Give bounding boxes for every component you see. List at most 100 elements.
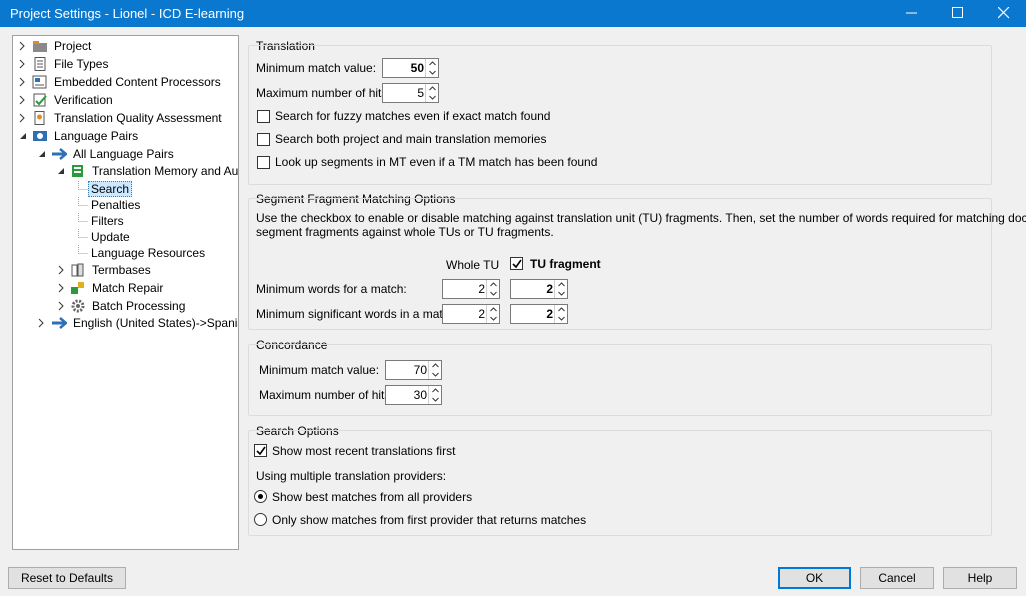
reset-to-defaults-button[interactable]: Reset to Defaults	[8, 567, 126, 589]
help-button[interactable]: Help	[943, 567, 1017, 589]
tree-item-all-language-pairs[interactable]: All Language Pairs	[13, 146, 238, 163]
tree-item-label: Translation Quality Assessment	[54, 111, 222, 125]
close-button[interactable]	[982, 0, 1026, 27]
spin-up-button[interactable]	[487, 280, 499, 289]
tree-item-translation-quality-assessment[interactable]: Translation Quality Assessment	[13, 110, 238, 127]
expand-icon[interactable]	[19, 95, 27, 105]
chevron-down-icon	[558, 291, 565, 296]
expand-icon[interactable]	[58, 283, 66, 293]
tree-item-translation-memory[interactable]: Translation Memory and Aut	[13, 163, 238, 180]
checkmark-icon	[256, 446, 266, 456]
spin-down-button[interactable]	[555, 289, 567, 298]
search-both-label: Search both project and main translation…	[275, 132, 547, 146]
tree-item-embedded-content-processors[interactable]: Embedded Content Processors	[13, 74, 238, 91]
concordance-max-hits-value: 30	[413, 388, 427, 402]
spin-down-button[interactable]	[487, 314, 499, 323]
maximize-button[interactable]	[936, 0, 982, 27]
tree-item-label: Language Pairs	[54, 129, 139, 143]
concordance-min-match-spinner[interactable]: 70	[385, 360, 442, 380]
min-words-fragment-spinner[interactable]: 2	[510, 279, 568, 299]
chevron-down-icon	[558, 316, 565, 321]
tree-item-project[interactable]: Project	[13, 38, 238, 55]
search-both-checkbox[interactable]	[257, 133, 270, 146]
spin-down-button[interactable]	[426, 68, 438, 77]
tree-item-filters[interactable]: Filters	[13, 213, 238, 230]
concordance-max-hits-label: Maximum number of hits:	[259, 388, 394, 402]
expand-icon[interactable]	[19, 77, 27, 87]
spin-down-button[interactable]	[429, 395, 441, 404]
tree-item-verification[interactable]: Verification	[13, 92, 238, 109]
tree-item-label: File Types	[54, 57, 109, 71]
spin-up-button[interactable]	[426, 84, 438, 93]
first-provider-radio[interactable]	[254, 513, 267, 526]
mt-lookup-label: Look up segments in MT even if a TM matc…	[275, 155, 598, 169]
max-hits-label: Maximum number of hits:	[256, 86, 391, 100]
max-hits-spinner[interactable]: 5	[382, 83, 439, 103]
tree-item-update[interactable]: Update	[13, 229, 238, 246]
tree-item-label: Embedded Content Processors	[54, 75, 221, 89]
language-pairs-icon	[33, 131, 47, 141]
chevron-up-icon	[429, 86, 436, 91]
expand-icon[interactable]	[58, 301, 66, 311]
tree-item-match-repair[interactable]: Match Repair	[13, 280, 238, 297]
spin-up-button[interactable]	[555, 280, 567, 289]
ok-button[interactable]: OK	[778, 567, 851, 589]
spin-up-button[interactable]	[429, 361, 441, 370]
spin-up-button[interactable]	[555, 305, 567, 314]
tree-item-termbases[interactable]: Termbases	[13, 262, 238, 279]
chevron-up-icon	[490, 282, 497, 287]
tree-item-language-pairs[interactable]: Language Pairs	[13, 128, 238, 145]
radio-selected-dot	[258, 494, 263, 499]
tree-item-language-resources[interactable]: Language Resources	[13, 245, 238, 262]
expand-icon[interactable]	[58, 265, 66, 275]
concordance-max-hits-spinner[interactable]: 30	[385, 385, 442, 405]
tree-item-penalties[interactable]: Penalties	[13, 197, 238, 214]
most-recent-checkbox[interactable]	[254, 444, 267, 457]
spin-up-button[interactable]	[429, 386, 441, 395]
min-words-whole-value: 2	[478, 282, 485, 296]
expand-icon[interactable]	[19, 113, 27, 123]
min-significant-whole-value: 2	[478, 307, 485, 321]
tree-item-batch-processing[interactable]: Batch Processing	[13, 298, 238, 315]
termbases-icon	[71, 263, 84, 277]
tree-item-label: Project	[54, 39, 92, 53]
collapse-icon[interactable]	[18, 131, 28, 141]
tree-item-search[interactable]: Search	[13, 181, 238, 198]
fragment-description-line1: Use the checkbox to enable or disable ma…	[256, 211, 1026, 225]
collapse-icon[interactable]	[56, 166, 66, 176]
whole-tu-header: Whole TU	[446, 258, 500, 272]
min-significant-fragment-spinner[interactable]: 2	[510, 304, 568, 324]
spin-down-button[interactable]	[429, 370, 441, 379]
min-match-value: 50	[410, 61, 424, 75]
spin-down-button[interactable]	[426, 93, 438, 102]
min-match-spinner[interactable]: 50	[382, 58, 439, 78]
cancel-button[interactable]: Cancel	[860, 567, 934, 589]
collapse-icon[interactable]	[37, 149, 47, 159]
first-provider-label: Only show matches from first provider th…	[272, 513, 587, 527]
tree-item-label: All Language Pairs	[73, 147, 174, 161]
expand-icon[interactable]	[19, 41, 27, 51]
spin-down-button[interactable]	[487, 289, 499, 298]
min-words-whole-spinner[interactable]: 2	[442, 279, 500, 299]
window-title: Project Settings - Lionel - ICD E-learni…	[10, 6, 245, 21]
spin-up-button[interactable]	[487, 305, 499, 314]
min-words-label: Minimum words for a match:	[256, 282, 407, 296]
spin-down-button[interactable]	[555, 314, 567, 323]
spin-up-button[interactable]	[426, 59, 438, 68]
chevron-up-icon	[558, 282, 565, 287]
mt-lookup-checkbox[interactable]	[257, 156, 270, 169]
tu-fragment-checkbox[interactable]	[510, 257, 523, 270]
expand-icon[interactable]	[38, 318, 46, 328]
minimize-button[interactable]	[890, 0, 936, 27]
min-words-fragment-value: 2	[546, 282, 553, 296]
fragment-description-line2: segment fragments against whole TUs or T…	[256, 225, 554, 239]
min-significant-whole-spinner[interactable]: 2	[442, 304, 500, 324]
most-recent-label: Show most recent translations first	[272, 444, 456, 458]
tu-fragment-header: TU fragment	[530, 257, 601, 271]
tree-item-english-spanish[interactable]: English (United States)->Spanis	[13, 315, 238, 332]
fuzzy-matches-checkbox[interactable]	[257, 110, 270, 123]
expand-icon[interactable]	[19, 59, 27, 69]
settings-tree[interactable]: Project File Types Embedded Content Proc…	[12, 35, 239, 550]
tree-item-file-types[interactable]: File Types	[13, 56, 238, 73]
best-matches-radio[interactable]	[254, 490, 267, 503]
